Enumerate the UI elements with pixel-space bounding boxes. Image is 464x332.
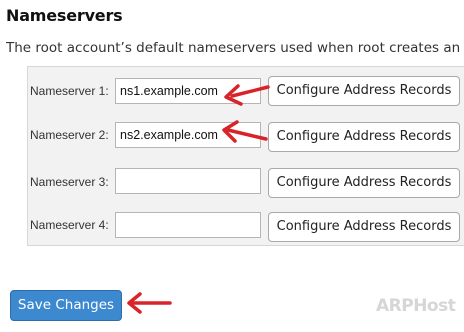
nameserver-4-label: Nameserver 4: [30,218,109,232]
nameserver-3-label: Nameserver 3: [30,175,109,189]
watermark-logo: ARPHost [376,296,456,316]
configure-address-records-button-4[interactable]: Configure Address Records [268,212,460,242]
save-changes-button[interactable]: Save Changes [10,290,122,321]
configure-address-records-button-3[interactable]: Configure Address Records [268,168,460,198]
annotation-arrow-2 [222,120,268,143]
nameserver-1-label: Nameserver 1: [30,84,109,98]
annotation-arrow-save [127,292,172,314]
section-title: Nameservers [6,6,123,25]
annotation-arrow-1 [224,84,270,106]
nameserver-4-input[interactable] [115,212,261,238]
nameserver-2-label: Nameserver 2: [30,128,109,142]
nameserver-3-input[interactable] [115,168,261,194]
nameservers-settings-page: Nameservers The root account’s default n… [0,0,464,332]
configure-address-records-button-2[interactable]: Configure Address Records [268,122,460,152]
configure-address-records-button-1[interactable]: Configure Address Records [268,76,460,106]
section-description: The root account’s default nameservers u… [6,40,464,56]
